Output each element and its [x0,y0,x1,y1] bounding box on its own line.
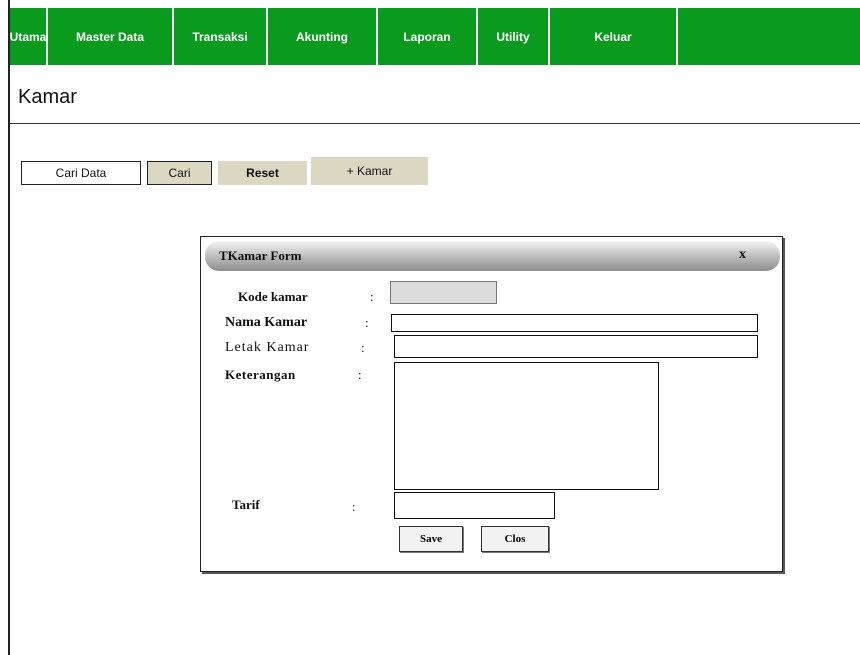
nama-kamar-colon: : [365,315,369,330]
close-icon[interactable]: x [739,247,746,263]
search-button[interactable]: Cari [147,161,212,185]
nav-item-master-data[interactable]: Master Data [48,8,174,65]
kode-kamar-label: Kode kamar [238,289,308,304]
reset-button[interactable]: Reset [218,161,307,185]
nav-item-transaksi[interactable]: Transaksi [174,8,268,65]
keterangan-colon: : [358,367,362,382]
keterangan-textarea[interactable] [394,362,659,490]
keterangan-label: Keterangan [225,367,296,382]
nav-item-utility[interactable]: Utility [478,8,550,65]
search-data-field[interactable]: Cari Data [21,161,141,185]
add-kamar-button[interactable]: + Kamar [311,157,428,185]
nav-item-keluar[interactable]: Keluar [550,8,678,65]
letak-kamar-label: Letak Kamar [225,340,310,355]
tarif-input[interactable] [394,492,555,519]
dialog-title-bar: TKamar Form x [205,241,780,271]
nav-item-akunting[interactable]: Akunting [268,8,378,65]
kode-kamar-input[interactable] [390,281,497,304]
kamar-form-dialog: TKamar Form x Kode kamar : Nama Kamar : … [200,236,783,572]
nama-kamar-input[interactable] [391,314,758,332]
main-navbar: Utama Master Data Transaksi Akunting Lap… [10,8,860,65]
letak-kamar-input[interactable] [394,335,758,358]
kode-kamar-colon: : [370,289,374,304]
dialog-title: TKamar Form [219,248,302,263]
nama-kamar-label: Nama Kamar [225,315,308,330]
close-button[interactable]: Clos [481,526,549,552]
tarif-label: Tarif [232,497,260,512]
page-title: Kamar [18,86,77,108]
save-button[interactable]: Save [399,526,463,552]
nav-item-laporan[interactable]: Laporan [378,8,478,65]
title-divider [10,123,860,124]
letak-kamar-colon: : [361,340,365,355]
nav-item-utama[interactable]: Utama [10,8,48,65]
tarif-colon: : [352,499,356,514]
